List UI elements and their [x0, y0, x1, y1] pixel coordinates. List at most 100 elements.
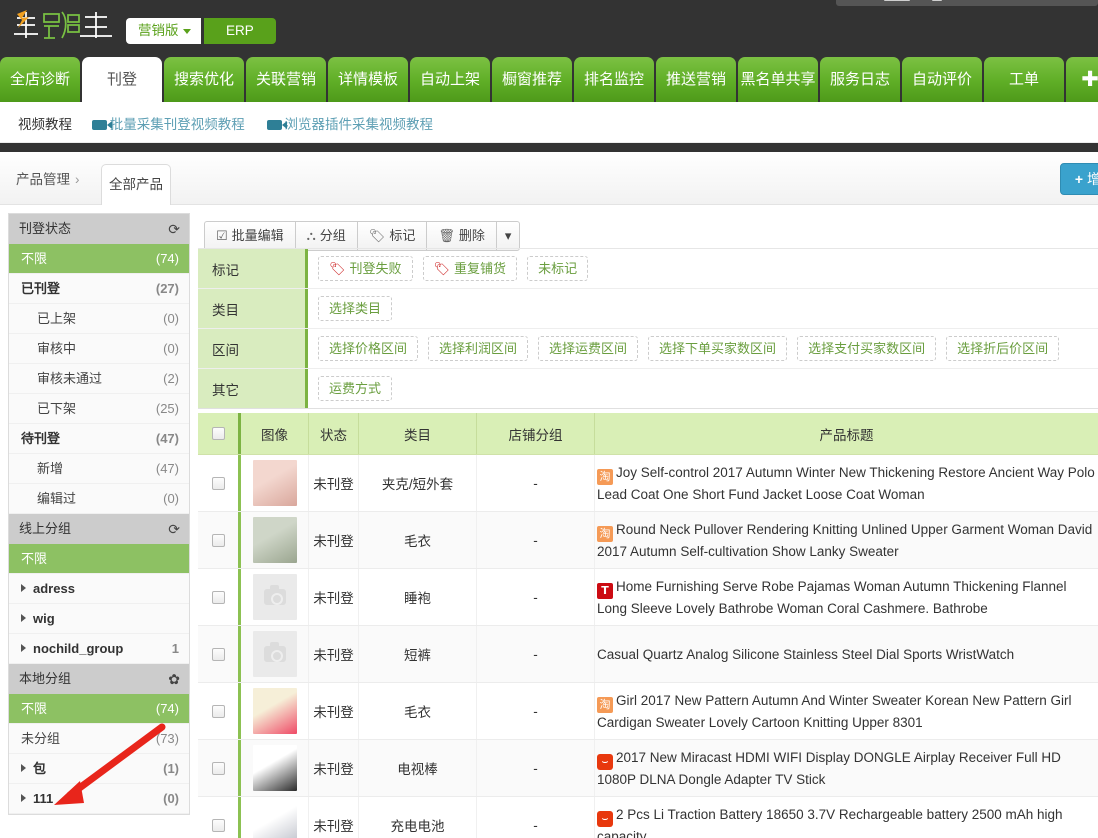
- chevron-right-icon[interactable]: [21, 644, 26, 652]
- nav-tab-2[interactable]: 搜索优化: [164, 57, 244, 102]
- toolbar-more-button[interactable]: ▾: [495, 221, 521, 251]
- filter-chip-2-4[interactable]: 选择支付买家数区间: [797, 336, 937, 361]
- row-select-cell[interactable]: [198, 626, 238, 682]
- sidebar-item-0-8[interactable]: 编辑过 (0): [9, 484, 189, 514]
- chevron-right-icon[interactable]: [21, 794, 26, 802]
- sidebar-item-0-2[interactable]: 已上架 (0): [9, 304, 189, 334]
- sidebar-item-0-3[interactable]: 审核中 (0): [9, 334, 189, 364]
- row-checkbox[interactable]: [211, 533, 225, 547]
- product-title[interactable]: 2 Pcs Li Traction Battery 18650 3.7V Rec…: [597, 807, 1063, 838]
- sidebar-refresh-icon[interactable]: ⟳: [168, 220, 180, 238]
- filter-chip-0-2[interactable]: 未标记: [527, 256, 589, 281]
- table-row[interactable]: 未刊登 电视棒 - ⌣ 2017 New Miracast HDMI WIFI Disp…: [198, 740, 1098, 797]
- sidebar-item-2-3[interactable]: 111 (0): [9, 784, 189, 814]
- table-row[interactable]: 未刊登 充电电池 - ⌣ 2 Pcs Li Traction Battery 18650…: [198, 797, 1098, 838]
- toolbar-edit-button[interactable]: ☑ 批量编辑: [204, 221, 295, 251]
- breadcrumb-root[interactable]: 产品管理: [16, 172, 70, 187]
- product-title[interactable]: Girl 2017 New Pattern Autumn And Winter …: [597, 693, 1071, 730]
- table-row[interactable]: 未刊登 短裤 - Casual Quartz Analog Silicone Stai…: [198, 626, 1098, 683]
- row-checkbox[interactable]: [211, 818, 225, 832]
- product-thumbnail[interactable]: [252, 574, 297, 620]
- row-checkbox[interactable]: [211, 761, 225, 775]
- sidebar-item-2-0[interactable]: 不限 (74): [9, 694, 189, 724]
- chevron-right-icon[interactable]: [21, 584, 26, 592]
- filter-chip-2-1[interactable]: 选择利润区间: [428, 336, 529, 361]
- toolbar-trash-button[interactable]: 🗑 删除: [426, 221, 496, 251]
- product-thumbnail[interactable]: [252, 460, 297, 506]
- product-title[interactable]: Home Furnishing Serve Robe Pajamas Woman…: [597, 579, 1066, 616]
- nav-tab-1[interactable]: 刊登: [82, 57, 162, 102]
- add-product-button[interactable]: + 增: [1059, 163, 1098, 195]
- row-select-cell[interactable]: [198, 512, 238, 568]
- product-title[interactable]: Casual Quartz Analog Silicone Stainless …: [597, 647, 1014, 662]
- tab-all-products[interactable]: 全部产品: [101, 164, 171, 205]
- row-select-cell[interactable]: [198, 683, 238, 739]
- row-checkbox[interactable]: [211, 647, 225, 661]
- product-thumbnail[interactable]: [252, 688, 297, 734]
- sidebar-item-0-1[interactable]: 已刊登 (27): [9, 274, 189, 304]
- nav-tab-4[interactable]: 详情模板: [328, 57, 408, 102]
- sidebar-item-0-4[interactable]: 审核未通过 (2): [9, 364, 189, 394]
- product-thumbnail[interactable]: [252, 802, 297, 838]
- row-select-cell[interactable]: [198, 797, 238, 838]
- nav-tab-7[interactable]: 排名监控: [574, 57, 654, 102]
- row-checkbox[interactable]: [211, 704, 225, 718]
- product-title[interactable]: Joy Self-control 2017 Autumn Winter New …: [597, 465, 1095, 502]
- filter-chip-3-0[interactable]: 运费方式: [318, 376, 393, 401]
- nav-tab-5[interactable]: 自动上架: [410, 57, 490, 102]
- sidebar-item-1-0[interactable]: 不限: [9, 544, 189, 574]
- nav-tab-0[interactable]: 全店诊断: [0, 57, 80, 102]
- nav-tab-9[interactable]: 黑名单共享: [738, 57, 818, 102]
- filter-chip-0-0[interactable]: 🏷 刊登失败: [318, 256, 413, 281]
- row-checkbox[interactable]: [211, 476, 225, 490]
- row-select-cell[interactable]: [198, 569, 238, 625]
- nav-tab-12[interactable]: 工单: [984, 57, 1064, 102]
- filter-chip-2-3[interactable]: 选择下单买家数区间: [648, 336, 788, 361]
- sidebar-item-0-5[interactable]: 已下架 (25): [9, 394, 189, 424]
- table-row[interactable]: 未刊登 睡袍 - T Home Furnishing Serve Robe Pajama…: [198, 569, 1098, 626]
- nav-tab-6[interactable]: 橱窗推荐: [492, 57, 572, 102]
- product-title[interactable]: Round Neck Pullover Rendering Knitting U…: [597, 522, 1092, 559]
- chevron-right-icon[interactable]: [21, 764, 26, 772]
- row-select-cell[interactable]: [198, 740, 238, 796]
- sidebar-item-1-2[interactable]: wig: [9, 604, 189, 634]
- nav-tab-8[interactable]: 推送营销: [656, 57, 736, 102]
- table-row[interactable]: 未刊登 夹克/短外套 - 淘 Joy Self-control 2017 Autumn …: [198, 455, 1098, 512]
- select-all-cell[interactable]: [198, 413, 238, 454]
- sidebar-item-0-0[interactable]: 不限 (74): [9, 244, 189, 274]
- sidebar-refresh-icon[interactable]: ⟳: [168, 520, 180, 538]
- filter-chip-2-2[interactable]: 选择运费区间: [538, 336, 639, 361]
- nav-tab-10[interactable]: 服务日志: [820, 57, 900, 102]
- product-thumbnail[interactable]: [252, 631, 297, 677]
- version-selector[interactable]: 营销版: [126, 18, 201, 44]
- nav-tab-3[interactable]: 关联营销: [246, 57, 326, 102]
- erp-button[interactable]: ERP: [204, 18, 276, 44]
- sidebar-item-0-7[interactable]: 新增 (47): [9, 454, 189, 484]
- video-link-batch-collect[interactable]: 批量采集刊登视频教程: [91, 117, 245, 132]
- sidebar-item-1-3[interactable]: nochild_group 1: [9, 634, 189, 664]
- table-row[interactable]: 未刊登 毛衣 - 淘 Girl 2017 New Pattern Autumn And …: [198, 683, 1098, 740]
- nav-tab-11[interactable]: 自动评价: [902, 57, 982, 102]
- row-select-cell[interactable]: [198, 455, 238, 511]
- chevron-right-icon[interactable]: [21, 614, 26, 622]
- toolbar-tag-button[interactable]: 🏷 标记: [356, 221, 427, 251]
- select-all-checkbox[interactable]: [211, 427, 225, 440]
- sidebar-item-1-1[interactable]: adress: [9, 574, 189, 604]
- row-checkbox[interactable]: [211, 590, 225, 604]
- sidebar-item-0-6[interactable]: 待刊登 (47): [9, 424, 189, 454]
- filter-chip-2-5[interactable]: 选择折后价区间: [946, 336, 1060, 361]
- table-row[interactable]: 未刊登 毛衣 - 淘 Round Neck Pullover Rendering Kni…: [198, 512, 1098, 569]
- filter-chip-0-1[interactable]: 🏷 重复铺货: [422, 256, 518, 281]
- video-link-browser-plugin[interactable]: 浏览器插件采集视频教程: [266, 117, 433, 132]
- sidebar-item-2-2[interactable]: 包 (1): [9, 754, 189, 784]
- product-title[interactable]: 2017 New Miracast HDMI WIFI Display DONG…: [597, 750, 1061, 787]
- filter-chip-1-0[interactable]: 选择类目: [318, 296, 393, 321]
- sidebar-item-2-1[interactable]: 未分组 (73): [9, 724, 189, 754]
- product-thumbnail[interactable]: [252, 517, 297, 563]
- sidebar-gear-icon[interactable]: ✿: [168, 670, 180, 688]
- brand-logo[interactable]: 旺销王: [10, 5, 120, 47]
- filter-chip-2-0[interactable]: 选择价格区间: [318, 336, 419, 361]
- nav-add-tab-icon[interactable]: ✚: [1066, 57, 1098, 102]
- toolbar-group-button[interactable]: ⛬ 分组: [294, 221, 357, 251]
- product-thumbnail[interactable]: [252, 745, 297, 791]
